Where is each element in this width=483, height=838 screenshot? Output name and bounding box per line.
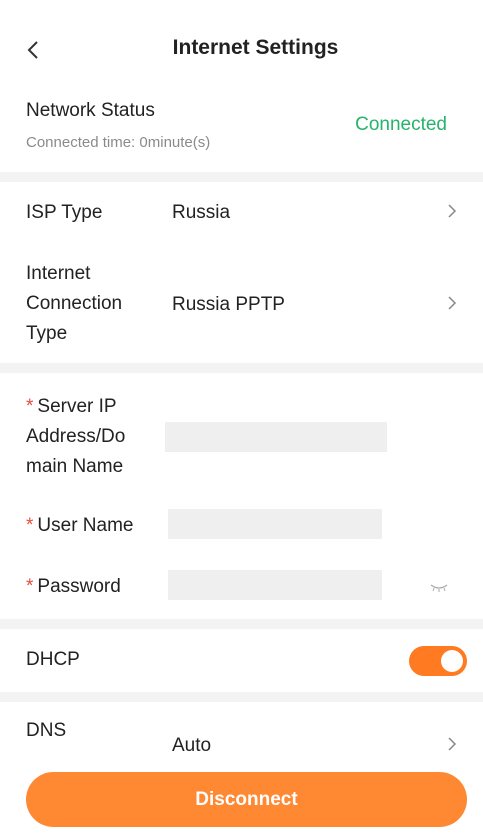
isp-type-chevron[interactable] — [447, 203, 461, 223]
connection-type-chevron[interactable] — [447, 295, 461, 315]
header: Internet Settings — [0, 0, 483, 96]
required-marker: * — [26, 515, 34, 536]
chevron-right-icon — [448, 296, 457, 310]
chevron-right-icon — [448, 204, 457, 218]
dhcp-label: DHCP — [26, 649, 80, 670]
connection-type-label-1: Internet — [26, 263, 91, 284]
username-label: * User Name — [26, 515, 134, 536]
disconnect-button[interactable]: Disconnect — [26, 772, 467, 827]
required-marker: * — [26, 396, 34, 417]
network-status-section: Network Status Connected time: 0minute(s… — [0, 96, 483, 176]
password-label: * Password — [26, 576, 121, 597]
dhcp-toggle[interactable] — [409, 646, 467, 676]
required-marker: * — [26, 576, 34, 597]
section-divider — [0, 619, 483, 629]
toggle-knob — [441, 650, 463, 672]
section-divider — [0, 363, 483, 373]
server-ip-label-1: * Server IP — [26, 396, 117, 417]
network-status-value: Connected — [355, 114, 447, 135]
page-title: Internet Settings — [172, 36, 339, 59]
server-ip-label-2: Address/Do — [26, 426, 126, 447]
server-ip-input[interactable] — [165, 422, 387, 452]
isp-type-label: ISP Type — [26, 202, 103, 223]
dns-label: DNS — [26, 720, 67, 741]
chevron-right-icon — [448, 737, 457, 751]
section-divider — [0, 692, 483, 702]
connected-time: Connected time: 0minute(s) — [26, 134, 211, 151]
dns-value: Auto — [172, 735, 212, 756]
connection-type-value: Russia PPTP — [172, 294, 285, 315]
password-visibility-toggle[interactable] — [427, 580, 451, 596]
connection-type-label-2: Connection — [26, 293, 123, 314]
internet-settings-page: Internet Settings Network Status Connect… — [0, 0, 483, 838]
username-input[interactable] — [168, 509, 382, 539]
section-divider — [0, 172, 483, 182]
isp-type-value: Russia — [172, 202, 231, 223]
password-input[interactable] — [168, 570, 382, 600]
connection-type-label-3: Type — [26, 323, 68, 344]
network-status-label: Network Status — [26, 100, 155, 121]
eye-closed-icon — [430, 584, 448, 592]
server-ip-label-3: main Name — [26, 456, 124, 477]
dns-chevron[interactable] — [447, 736, 461, 756]
